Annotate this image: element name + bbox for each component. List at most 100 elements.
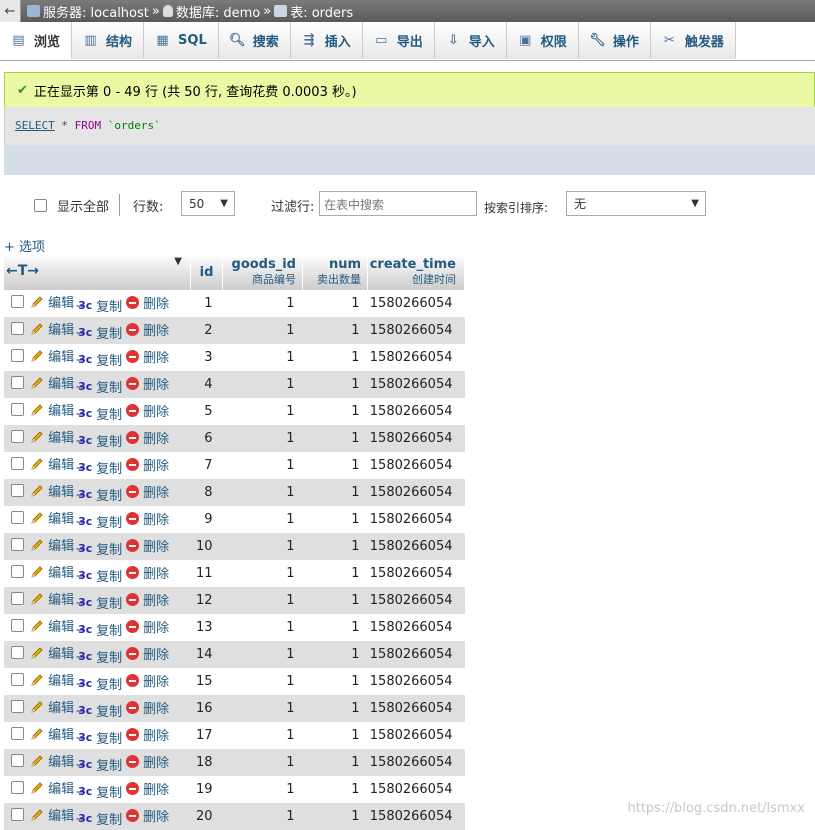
cell-goods-id[interactable]: 1 xyxy=(222,614,303,641)
tab-browse[interactable]: ▤ 浏览 xyxy=(0,22,73,59)
cell-id[interactable]: 7 xyxy=(190,452,223,479)
copy-button[interactable]: 3̶c 复制 xyxy=(78,701,122,720)
tab-insert[interactable]: ⇶ 插入 xyxy=(290,22,363,59)
edit-button[interactable]: 编辑 xyxy=(30,346,74,365)
edit-button[interactable]: 编辑 xyxy=(30,427,74,446)
cell-num[interactable]: 1 xyxy=(302,344,368,371)
cell-create-time[interactable]: 1580266054 xyxy=(367,371,465,398)
cell-create-time[interactable]: 1580266054 xyxy=(367,425,465,452)
cell-goods-id[interactable]: 1 xyxy=(222,290,303,317)
cell-create-time[interactable]: 1580266054 xyxy=(367,776,465,803)
copy-button[interactable]: 3̶c 复制 xyxy=(78,782,122,801)
cell-num[interactable]: 1 xyxy=(302,533,368,560)
delete-button[interactable]: 删除 xyxy=(126,293,169,312)
cell-num[interactable]: 1 xyxy=(302,614,368,641)
cell-goods-id[interactable]: 1 xyxy=(222,776,303,803)
edit-button[interactable]: 编辑 xyxy=(30,697,74,716)
cell-create-time[interactable]: 1580266054 xyxy=(367,317,465,344)
copy-button[interactable]: 3̶c 复制 xyxy=(78,620,122,639)
cell-goods-id[interactable]: 1 xyxy=(222,560,303,587)
row-checkbox[interactable] xyxy=(10,565,24,578)
copy-button[interactable]: 3̶c 复制 xyxy=(78,674,122,693)
cell-goods-id[interactable]: 1 xyxy=(222,533,303,560)
cell-id[interactable]: 4 xyxy=(190,371,223,398)
breadcrumb-server[interactable]: 服务器: localhost xyxy=(27,2,149,21)
cell-num[interactable]: 1 xyxy=(302,749,368,776)
column-name[interactable]: id xyxy=(191,265,222,280)
sort-select[interactable]: 无 ▼ xyxy=(566,191,706,216)
cell-id[interactable]: 13 xyxy=(190,614,223,641)
row-checkbox[interactable] xyxy=(10,349,24,362)
edit-button[interactable]: 编辑 xyxy=(30,319,74,338)
tab-sql[interactable]: ▦ SQL xyxy=(144,22,219,59)
cell-id[interactable]: 3 xyxy=(190,344,223,371)
row-checkbox[interactable] xyxy=(10,538,24,551)
cell-goods-id[interactable]: 1 xyxy=(222,479,303,506)
cell-create-time[interactable]: 1580266054 xyxy=(367,695,465,722)
edit-button[interactable]: 编辑 xyxy=(30,292,74,311)
copy-button[interactable]: 3̶c 复制 xyxy=(78,404,122,423)
show-all-checkbox[interactable] xyxy=(34,199,47,212)
copy-button[interactable]: 3̶c 复制 xyxy=(78,296,122,315)
tab-privileges[interactable]: ▣ 权限 xyxy=(506,22,579,59)
options-link[interactable]: + 选项 xyxy=(4,236,45,255)
cell-id[interactable]: 19 xyxy=(190,776,223,803)
cell-id[interactable]: 12 xyxy=(190,587,223,614)
cell-goods-id[interactable]: 1 xyxy=(222,398,303,425)
delete-button[interactable]: 删除 xyxy=(126,563,169,582)
cell-goods-id[interactable]: 1 xyxy=(222,344,303,371)
delete-button[interactable]: 删除 xyxy=(126,698,169,717)
edit-button[interactable]: 编辑 xyxy=(30,454,74,473)
copy-button[interactable]: 3̶c 复制 xyxy=(78,647,122,666)
cell-num[interactable]: 1 xyxy=(302,317,368,344)
cell-id[interactable]: 20 xyxy=(190,803,223,830)
column-name[interactable]: goods_id xyxy=(223,257,302,272)
row-checkbox[interactable] xyxy=(10,727,24,740)
cell-id[interactable]: 1 xyxy=(190,290,223,317)
cell-id[interactable]: 9 xyxy=(190,506,223,533)
delete-button[interactable]: 删除 xyxy=(126,482,169,501)
tab-search[interactable]: 🔍︎ 搜索 xyxy=(218,22,291,59)
cell-id[interactable]: 11 xyxy=(190,560,223,587)
cell-num[interactable]: 1 xyxy=(302,641,368,668)
edit-button[interactable]: 编辑 xyxy=(30,670,74,689)
cell-goods-id[interactable]: 1 xyxy=(222,641,303,668)
delete-button[interactable]: 删除 xyxy=(126,401,169,420)
breadcrumb-table[interactable]: 表: orders xyxy=(274,2,353,21)
copy-button[interactable]: 3̶c 复制 xyxy=(78,512,122,531)
cell-num[interactable]: 1 xyxy=(302,479,368,506)
copy-button[interactable]: 3̶c 复制 xyxy=(78,377,122,396)
copy-button[interactable]: 3̶c 复制 xyxy=(78,809,122,828)
copy-button[interactable]: 3̶c 复制 xyxy=(78,728,122,747)
rows-select[interactable]: 50 ▼ xyxy=(181,191,235,216)
cell-create-time[interactable]: 1580266054 xyxy=(367,641,465,668)
cell-num[interactable]: 1 xyxy=(302,506,368,533)
tab-triggers[interactable]: ✂ 触发器 xyxy=(650,22,736,59)
cell-id[interactable]: 14 xyxy=(190,641,223,668)
cell-goods-id[interactable]: 1 xyxy=(222,317,303,344)
delete-button[interactable]: 删除 xyxy=(126,347,169,366)
delete-button[interactable]: 删除 xyxy=(126,374,169,393)
delete-button[interactable]: 删除 xyxy=(126,752,169,771)
row-checkbox[interactable] xyxy=(10,781,24,794)
cell-num[interactable]: 1 xyxy=(302,668,368,695)
row-checkbox[interactable] xyxy=(10,322,24,335)
row-checkbox[interactable] xyxy=(10,430,24,443)
cell-goods-id[interactable]: 1 xyxy=(222,587,303,614)
cell-create-time[interactable]: 1580266054 xyxy=(367,479,465,506)
copy-button[interactable]: 3̶c 复制 xyxy=(78,431,122,450)
copy-button[interactable]: 3̶c 复制 xyxy=(78,323,122,342)
copy-button[interactable]: 3̶c 复制 xyxy=(78,458,122,477)
cell-create-time[interactable]: 1580266054 xyxy=(367,722,465,749)
cell-goods-id[interactable]: 1 xyxy=(222,803,303,830)
delete-button[interactable]: 删除 xyxy=(126,644,169,663)
row-checkbox[interactable] xyxy=(10,700,24,713)
delete-button[interactable]: 删除 xyxy=(126,428,169,447)
row-checkbox[interactable] xyxy=(10,673,24,686)
cell-num[interactable]: 1 xyxy=(302,371,368,398)
delete-button[interactable]: 删除 xyxy=(126,617,169,636)
cell-num[interactable]: 1 xyxy=(302,560,368,587)
delete-button[interactable]: 删除 xyxy=(126,509,169,528)
row-checkbox[interactable] xyxy=(10,808,24,821)
copy-button[interactable]: 3̶c 复制 xyxy=(78,566,122,585)
